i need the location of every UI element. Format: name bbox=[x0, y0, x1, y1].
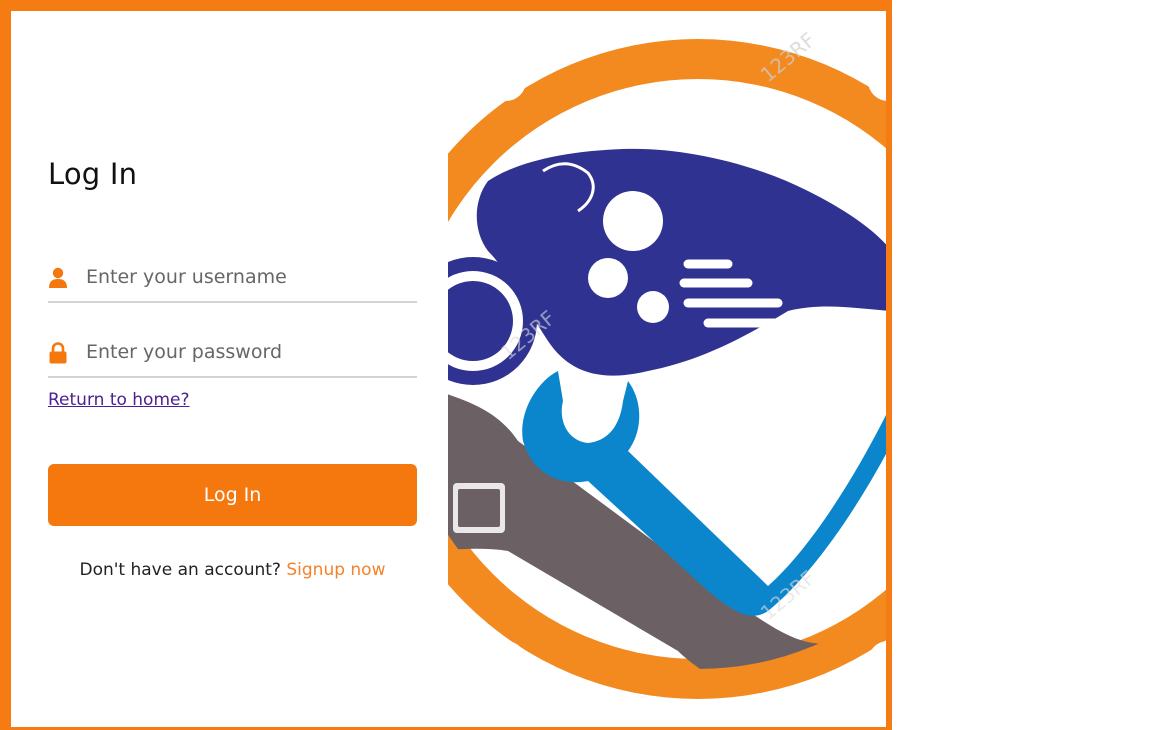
login-button[interactable]: Log In bbox=[48, 464, 417, 526]
signup-link[interactable]: Signup now bbox=[286, 560, 385, 580]
logo-illustration: 123RF 123RF 123RF bbox=[448, 11, 886, 727]
password-field-row bbox=[48, 330, 417, 378]
lock-icon bbox=[48, 342, 68, 364]
page-title: Log In bbox=[48, 157, 138, 191]
username-input[interactable] bbox=[86, 255, 406, 299]
signup-prompt: Don't have an account? bbox=[79, 560, 281, 580]
return-home-link[interactable]: Return to home? bbox=[48, 390, 190, 410]
password-input[interactable] bbox=[86, 330, 406, 374]
username-field-row bbox=[48, 255, 417, 303]
login-form: Log In Return to home? Log In Don' bbox=[11, 11, 448, 727]
motorcycle-repair-logo: 123RF 123RF 123RF bbox=[448, 11, 886, 727]
user-icon bbox=[48, 267, 68, 289]
signup-row: Don't have an account? Signup now bbox=[48, 560, 417, 580]
login-card: Log In Return to home? Log In Don' bbox=[11, 11, 886, 727]
